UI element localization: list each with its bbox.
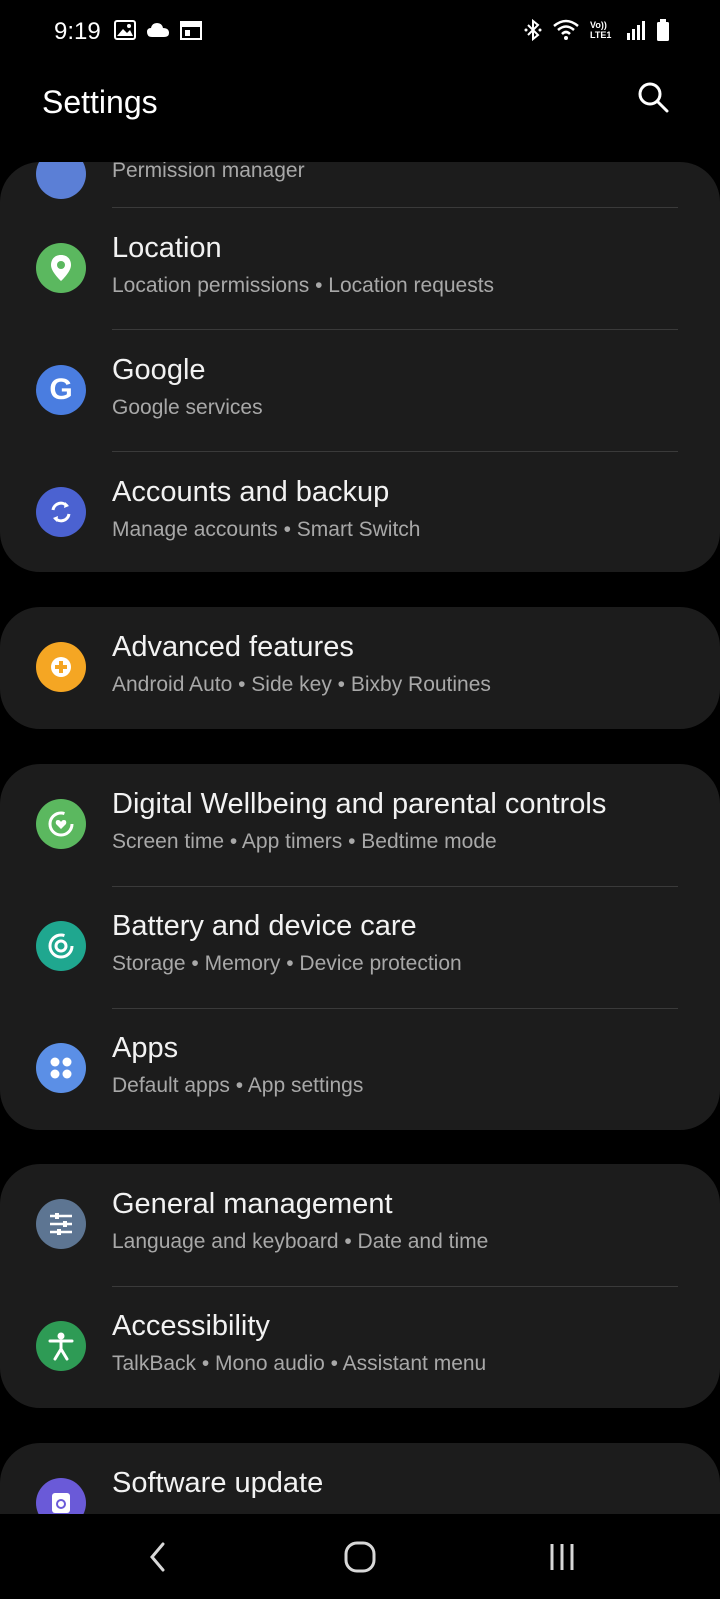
battery-icon <box>657 19 669 41</box>
settings-item-apps[interactable]: Apps Default apps • App settings <box>0 1008 720 1128</box>
calendar-icon <box>180 21 202 40</box>
item-subtitle: Storage • Memory • Device protection <box>112 952 462 975</box>
navigation-bar <box>0 1514 720 1599</box>
plus-gear-icon <box>36 642 86 692</box>
bluetooth-icon <box>524 18 542 42</box>
back-icon <box>150 1542 165 1572</box>
sliders-icon <box>36 1199 86 1249</box>
back-button[interactable] <box>128 1532 188 1582</box>
item-subtitle: Permission manager <box>112 162 305 182</box>
cloud-icon <box>147 23 169 37</box>
search-icon <box>638 82 669 113</box>
item-title: Battery and device care <box>112 910 417 942</box>
item-title: Software update <box>112 1467 324 1499</box>
item-title: General management <box>112 1188 393 1220</box>
image-icon <box>114 20 136 40</box>
item-title: Accessibility <box>112 1310 270 1342</box>
item-title: Digital Wellbeing and parental controls <box>112 788 607 820</box>
settings-item-google[interactable]: G Google Google services <box>0 330 720 450</box>
home-icon <box>344 1541 376 1573</box>
signal-icon <box>627 21 645 40</box>
settings-item-privacy[interactable]: Permission manager <box>0 162 720 204</box>
item-subtitle: Screen time • App timers • Bedtime mode <box>112 830 497 853</box>
item-title: Accounts and backup <box>112 476 390 508</box>
item-title: Location <box>112 232 222 264</box>
page-title: Settings <box>42 84 158 120</box>
settings-group-2: Advanced features Android Auto • Side ke… <box>0 607 720 729</box>
settings-item-general-management[interactable]: General management Language and keyboard… <box>0 1164 720 1284</box>
recents-button[interactable] <box>532 1532 592 1582</box>
settings-group-3: Digital Wellbeing and parental controls … <box>0 764 720 1130</box>
item-title: Advanced features <box>112 631 354 663</box>
item-subtitle: Default apps • App settings <box>112 1074 364 1097</box>
settings-group-4: General management Language and keyboard… <box>0 1164 720 1408</box>
app-bar: Settings <box>0 64 720 164</box>
home-button[interactable] <box>330 1532 390 1582</box>
item-title: Google <box>112 354 206 386</box>
item-subtitle: TalkBack • Mono audio • Assistant menu <box>112 1352 487 1375</box>
item-subtitle: Google services <box>112 396 263 419</box>
location-pin-icon <box>36 243 86 293</box>
settings-item-battery-device-care[interactable]: Battery and device care Storage • Memory… <box>0 886 720 1006</box>
status-left-icons <box>114 20 202 40</box>
search-button[interactable] <box>636 80 680 124</box>
volte-icon: Vo)) LTE1 <box>590 20 612 40</box>
device-care-icon <box>36 921 86 971</box>
status-bar: 9:19 Vo)) LTE1 <box>0 0 720 64</box>
settings-item-accessibility[interactable]: Accessibility TalkBack • Mono audio • As… <box>0 1286 720 1406</box>
accessibility-icon <box>36 1321 86 1371</box>
item-subtitle: Manage accounts • Smart Switch <box>112 518 421 541</box>
wifi-icon <box>553 19 579 40</box>
settings-item-accounts-backup[interactable]: Accounts and backup Manage accounts • Sm… <box>0 452 720 572</box>
wellbeing-icon <box>36 799 86 849</box>
item-subtitle: Language and keyboard • Date and time <box>112 1230 489 1253</box>
privacy-icon <box>36 162 86 199</box>
status-time: 9:19 <box>54 18 101 45</box>
status-right-icons: Vo)) LTE1 <box>524 18 670 42</box>
settings-item-location[interactable]: Location Location permissions • Location… <box>0 208 720 328</box>
apps-grid-icon <box>36 1043 86 1093</box>
item-subtitle: Location permissions • Location requests <box>112 274 495 297</box>
settings-item-digital-wellbeing[interactable]: Digital Wellbeing and parental controls … <box>0 764 720 884</box>
recents-icon <box>550 1544 574 1570</box>
settings-group-1: Permission manager Location Location per… <box>0 162 720 572</box>
sync-icon <box>36 487 86 537</box>
settings-item-advanced-features[interactable]: Advanced features Android Auto • Side ke… <box>0 607 720 727</box>
google-icon: G <box>36 365 86 415</box>
item-subtitle: Android Auto • Side key • Bixby Routines <box>112 673 491 696</box>
item-title: Apps <box>112 1032 179 1064</box>
